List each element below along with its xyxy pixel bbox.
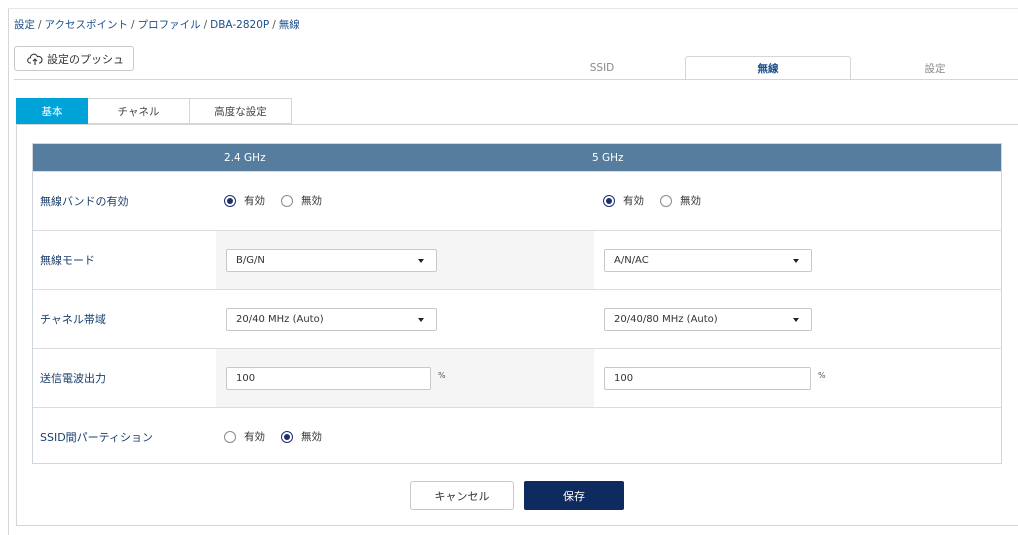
row-label-ssid-partition: SSID間パーティション <box>40 431 154 444</box>
table-row-ssid-partition: SSID間パーティション 有効 無効 <box>33 407 1001 466</box>
tx-power-2-4ghz-unit: % <box>438 371 446 380</box>
tab-settings[interactable]: 設定 <box>852 56 1018 80</box>
save-button[interactable]: 保存 <box>524 481 624 510</box>
band-enable-2-4ghz-off[interactable]: 無効 <box>281 193 322 208</box>
radio-selected-icon <box>281 430 293 443</box>
breadcrumb-separator: / <box>38 19 42 31</box>
subtab-basic[interactable]: 基本 <box>16 98 88 124</box>
radio-unselected-icon <box>660 194 672 207</box>
breadcrumb-separator: / <box>131 19 135 31</box>
page-top-border <box>8 8 1018 9</box>
select-value: A/N/AC <box>614 255 649 266</box>
band-enable-2-4ghz-radios: 有効 無効 <box>224 193 338 208</box>
radio-selected-icon <box>603 194 615 207</box>
cancel-button[interactable]: キャンセル <box>410 481 514 510</box>
radio-label: 有効 <box>244 431 265 443</box>
column-header-2-4ghz: 2.4 GHz <box>224 152 266 164</box>
ssid-partition-off[interactable]: 無効 <box>281 429 322 444</box>
row-label-band-enable: 無線バンドの有効 <box>40 195 129 208</box>
band-enable-5ghz-off[interactable]: 無効 <box>660 193 701 208</box>
radio-settings-table: 2.4 GHz 5 GHz 無線バンドの有効 有効 無効 有効 無効 無線モード… <box>32 143 1002 464</box>
channel-width-5ghz-select[interactable]: 20/40/80 MHz (Auto) <box>604 308 812 331</box>
channel-width-2-4ghz-select[interactable]: 20/40 MHz (Auto) <box>226 308 437 331</box>
breadcrumb-item-settings[interactable]: 設定 <box>14 19 35 31</box>
tx-power-5ghz-input[interactable]: 100 <box>604 367 811 390</box>
radio-label: 有効 <box>623 195 644 207</box>
table-row-tx-power: 送信電波出力 100 % 100 % <box>33 348 1001 407</box>
breadcrumb-separator: / <box>272 19 276 31</box>
row-label-wireless-mode: 無線モード <box>40 254 95 267</box>
breadcrumb-item-profile[interactable]: プロファイル <box>138 19 201 31</box>
radio-unselected-icon <box>224 430 236 443</box>
table-row-band-enable: 無線バンドの有効 有効 無効 有効 無効 <box>33 171 1001 230</box>
ssid-partition-radios: 有効 無効 <box>224 429 338 444</box>
caret-down-icon <box>418 259 424 263</box>
row-label-channel-width: チャネル帯域 <box>40 313 106 326</box>
band-enable-5ghz-radios: 有効 無効 <box>603 193 717 208</box>
breadcrumb-item-model[interactable]: DBA-2820P <box>210 19 269 31</box>
row-label-tx-power: 送信電波出力 <box>40 372 106 385</box>
main-tabs-divider <box>14 79 1018 80</box>
select-value: 20/40/80 MHz (Auto) <box>614 314 718 325</box>
wireless-mode-5ghz-select[interactable]: A/N/AC <box>604 249 812 272</box>
breadcrumb-item-access-point[interactable]: アクセスポイント <box>45 19 128 31</box>
radio-label: 有効 <box>244 195 265 207</box>
push-settings-button[interactable]: 設定のプッシュ <box>14 46 134 71</box>
cloud-upload-icon <box>27 53 43 65</box>
table-row-wireless-mode: 無線モード B/G/N A/N/AC <box>33 230 1001 289</box>
subtab-advanced[interactable]: 高度な設定 <box>190 98 292 124</box>
radio-label: 無効 <box>301 431 322 443</box>
radio-unselected-icon <box>281 194 293 207</box>
push-settings-label: 設定のプッシュ <box>47 52 124 66</box>
page-left-border <box>8 8 9 535</box>
radio-label: 無効 <box>301 195 322 207</box>
select-value: 20/40 MHz (Auto) <box>236 314 324 325</box>
breadcrumb-item-current: 無線 <box>278 19 300 31</box>
tab-wireless[interactable]: 無線 <box>685 56 851 80</box>
sub-tabs: 基本 チャネル 高度な設定 <box>16 98 292 124</box>
column-header-5ghz: 5 GHz <box>592 152 624 164</box>
tx-power-2-4ghz-input[interactable]: 100 <box>226 367 431 390</box>
caret-down-icon <box>793 318 799 322</box>
caret-down-icon <box>418 318 424 322</box>
table-row-channel-width: チャネル帯域 20/40 MHz (Auto) 20/40/80 MHz (Au… <box>33 289 1001 348</box>
radio-label: 無効 <box>680 195 701 207</box>
ssid-partition-on[interactable]: 有効 <box>224 429 265 444</box>
select-value: B/G/N <box>236 255 265 266</box>
breadcrumb: 設定 / アクセスポイント / プロファイル / DBA-2820P / 無線 <box>14 17 300 32</box>
tab-ssid[interactable]: SSID <box>520 56 684 80</box>
wireless-mode-2-4ghz-select[interactable]: B/G/N <box>226 249 437 272</box>
caret-down-icon <box>793 259 799 263</box>
tx-power-5ghz-unit: % <box>818 371 826 380</box>
subtab-channel[interactable]: チャネル <box>88 98 190 124</box>
table-header: 2.4 GHz 5 GHz <box>33 144 1001 171</box>
band-enable-5ghz-on[interactable]: 有効 <box>603 193 644 208</box>
radio-selected-icon <box>224 194 236 207</box>
band-enable-2-4ghz-on[interactable]: 有効 <box>224 193 265 208</box>
breadcrumb-separator: / <box>203 19 208 31</box>
